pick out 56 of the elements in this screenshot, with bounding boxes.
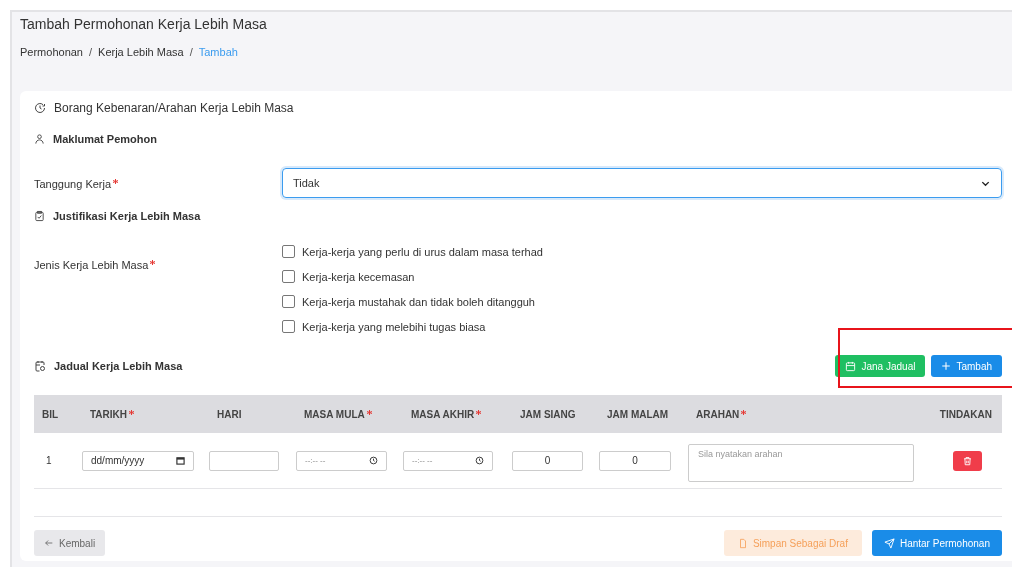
column-header: JAM MALAM	[606, 408, 669, 420]
column-header: TARIKH	[82, 408, 135, 420]
checkbox[interactable]	[282, 295, 295, 308]
user-icon	[34, 133, 45, 145]
checkbox-label: Kerja-kerja yang melebihi tugas biasa	[302, 320, 486, 333]
clock-icon	[369, 456, 378, 465]
column-header: MASA AKHIR	[403, 408, 482, 420]
plus-icon	[941, 361, 952, 371]
document-icon	[737, 537, 748, 549]
time-field[interactable]: --:-- --	[296, 450, 387, 471]
add-button[interactable]: Tambah	[931, 355, 1002, 377]
clipboard-icon	[34, 210, 45, 222]
breadcrumb-link[interactable]: Kerja Lebih Masa	[98, 46, 184, 58]
checkbox-label: Kerja-kerja mustahak dan tidak boleh ditangguh	[302, 295, 535, 308]
checkbox[interactable]	[282, 270, 295, 283]
submit-button[interactable]: Hantar Permohonan	[871, 530, 1002, 556]
column-header: TINDAKAN	[938, 408, 993, 420]
checkbox-label: Kerja-kerja kecemasan	[302, 270, 415, 283]
breadcrumb-separator: /	[189, 46, 193, 58]
calendar-icon	[176, 456, 185, 465]
input-field[interactable]: 0	[512, 450, 583, 471]
column-header: MASA MULA	[296, 408, 372, 420]
breadcrumb-link[interactable]: Tambah	[198, 46, 238, 58]
field-label: Jenis Kerja Lebih Masa	[34, 259, 156, 271]
column-header: ARAHAN	[688, 408, 747, 420]
section-title: Maklumat Pemohon	[53, 133, 157, 145]
breadcrumb-link[interactable]: Permohonan	[20, 46, 83, 58]
date-field[interactable]: dd/mm/yyyy	[82, 450, 194, 471]
calendar-icon	[845, 360, 857, 372]
trash-icon	[962, 455, 972, 466]
arrow-left-icon	[44, 538, 54, 548]
page-title: Tambah Permohonan Kerja Lebih Masa	[20, 15, 268, 32]
clock-icon	[34, 102, 46, 114]
input-field[interactable]: 0	[599, 450, 671, 471]
checkbox-label: Kerja-kerja yang perlu di urus dalam masa terhad	[302, 245, 543, 258]
field-label: Tanggung Kerja	[34, 178, 119, 190]
section-title: Justifikasi Kerja Lebih Masa	[53, 210, 201, 222]
back-button[interactable]: Kembali	[34, 530, 106, 556]
textarea-field[interactable]: Sila nyatakan arahan	[688, 444, 914, 482]
time-field[interactable]: --:-- --	[403, 450, 493, 471]
delete-button[interactable]	[952, 450, 982, 471]
section-title: Jadual Kerja Lebih Masa	[54, 360, 183, 372]
row-number: 1	[45, 455, 53, 466]
checkbox[interactable]	[282, 245, 295, 258]
form-title: Borang Kebenaran/Arahan Kerja Lebih Masa	[54, 101, 294, 115]
calendar-clock-icon	[34, 360, 46, 372]
input-field[interactable]	[209, 450, 279, 471]
generate-schedule-button[interactable]: Jana Jadual	[835, 355, 926, 377]
column-header: JAM SIANG	[519, 408, 576, 420]
clock-icon	[475, 456, 484, 465]
send-icon	[883, 537, 895, 549]
checkbox[interactable]	[282, 320, 295, 333]
breadcrumb-separator: /	[89, 46, 93, 58]
column-header: BIL	[41, 408, 59, 420]
column-header: HARI	[216, 408, 242, 420]
select-field[interactable]: Tidak	[282, 168, 1002, 198]
